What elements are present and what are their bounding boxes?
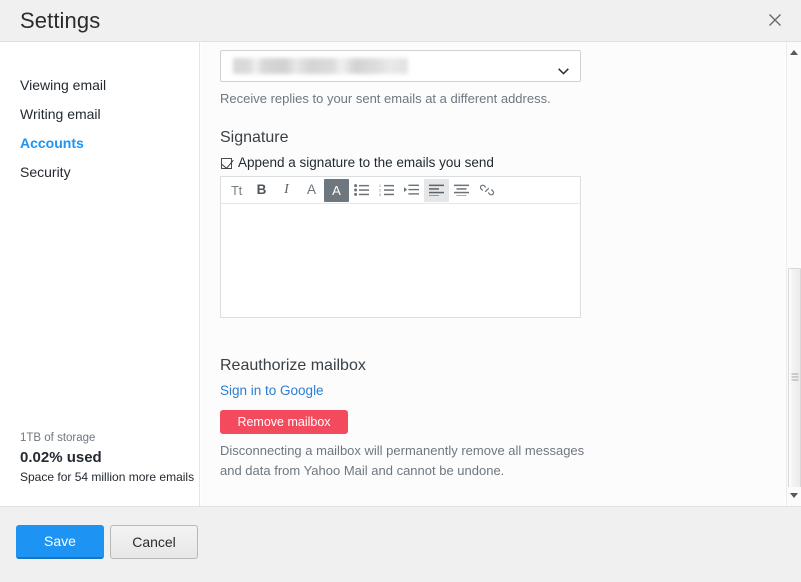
- sidebar-item-accounts[interactable]: Accounts: [0, 129, 200, 158]
- chevron-down-icon: [558, 62, 569, 80]
- dialog-body: Viewing email Writing email Accounts Sec…: [0, 42, 801, 506]
- remove-mailbox-warning: Disconnecting a mailbox will permanently…: [220, 443, 585, 478]
- append-signature-checkbox[interactable]: Append a signature to the emails you sen…: [221, 155, 494, 171]
- signature-editor: Tt B I A A 1 2 3: [220, 176, 581, 318]
- save-button[interactable]: Save: [16, 525, 104, 559]
- checkbox-checked-icon: [221, 157, 232, 169]
- settings-dialog: Settings Viewing email Writing email Acc…: [0, 0, 801, 582]
- append-signature-label: Append a signature to the emails you sen…: [238, 155, 494, 170]
- svg-text:2: 2: [379, 189, 381, 193]
- content-scrollbar[interactable]: [786, 42, 801, 506]
- bulleted-list-icon[interactable]: [349, 179, 374, 202]
- scrollbar-thumb[interactable]: [788, 268, 801, 488]
- font-family-icon[interactable]: A: [299, 179, 324, 202]
- signature-editor-toolbar: Tt B I A A 1 2 3: [221, 177, 580, 204]
- remove-mailbox-button[interactable]: Remove mailbox: [220, 410, 348, 434]
- cancel-button[interactable]: Cancel: [110, 525, 198, 559]
- bold-glyph: B: [256, 182, 267, 198]
- svg-text:3: 3: [379, 193, 381, 196]
- close-icon[interactable]: [757, 3, 793, 37]
- reply-to-select[interactable]: [220, 50, 581, 82]
- dialog-header: Settings: [0, 0, 801, 42]
- font-size-icon[interactable]: Tt: [224, 179, 249, 202]
- storage-summary: 1TB of storage 0.02% used Space for 54 m…: [20, 430, 200, 486]
- svg-text:1: 1: [379, 184, 381, 188]
- settings-content: Receive replies to your sent emails at a…: [201, 42, 786, 506]
- italic-glyph: I: [284, 182, 289, 197]
- scrollbar-grip-icon: [791, 373, 798, 383]
- numbered-list-icon[interactable]: 1 2 3: [374, 179, 399, 202]
- insert-link-icon[interactable]: [474, 179, 499, 202]
- font-family-glyph: A: [306, 182, 316, 198]
- sidebar-item-writing-email[interactable]: Writing email: [0, 100, 200, 129]
- sidebar-item-viewing-email[interactable]: Viewing email: [0, 71, 200, 100]
- reply-to-field: [220, 50, 581, 82]
- signature-editor-textarea[interactable]: [221, 204, 580, 317]
- scroll-up-arrow-icon[interactable]: [787, 44, 801, 61]
- settings-sidebar: Viewing email Writing email Accounts Sec…: [0, 42, 200, 506]
- text-color-glyph: A: [332, 182, 341, 198]
- text-color-icon[interactable]: A: [324, 178, 349, 202]
- storage-remaining: Space for 54 million more emails: [20, 470, 195, 484]
- storage-capacity: 1TB of storage: [20, 432, 96, 444]
- dialog-footer: Save Cancel: [0, 506, 801, 582]
- page-title: Settings: [20, 8, 101, 33]
- reauthorize-section-title: Reauthorize mailbox: [220, 357, 366, 374]
- signature-section-title: Signature: [220, 129, 289, 146]
- sign-in-to-google-link[interactable]: Sign in to Google: [220, 382, 324, 400]
- sidebar-nav: Viewing email Writing email Accounts Sec…: [0, 71, 200, 187]
- font-size-glyph: Tt: [231, 182, 242, 198]
- indent-icon[interactable]: [399, 179, 424, 202]
- storage-used: 0.02% used: [20, 449, 102, 466]
- scroll-down-arrow-icon[interactable]: [787, 487, 801, 504]
- italic-icon[interactable]: I: [274, 179, 299, 202]
- reply-to-help-text: Receive replies to your sent emails at a…: [220, 91, 551, 106]
- align-left-icon[interactable]: [424, 178, 449, 202]
- reply-to-value-redacted: [233, 58, 408, 74]
- bold-icon[interactable]: B: [249, 179, 274, 202]
- sidebar-item-security[interactable]: Security: [0, 158, 200, 187]
- align-center-icon[interactable]: [449, 179, 474, 202]
